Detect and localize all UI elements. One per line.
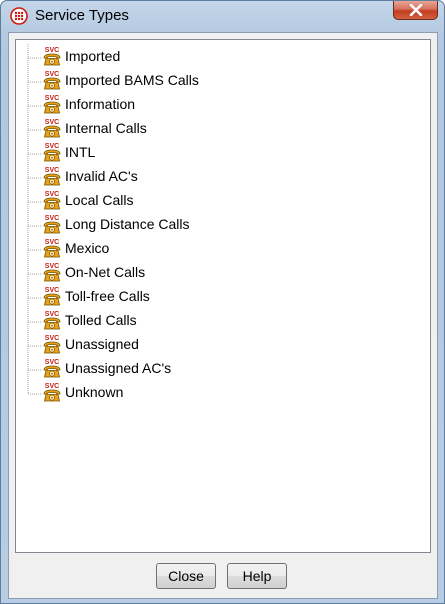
close-button[interactable]: Close bbox=[156, 563, 216, 589]
svg-text:SVC: SVC bbox=[45, 167, 59, 174]
svg-text:SVC: SVC bbox=[45, 47, 59, 54]
dialog-client-area: SVC Imported SVC Imported BAMS Calls SVC Info… bbox=[8, 32, 438, 599]
svc-phone-icon: SVC bbox=[43, 335, 61, 354]
close-icon bbox=[409, 4, 423, 16]
svg-text:SVC: SVC bbox=[45, 95, 59, 102]
tree-item-label: Information bbox=[65, 96, 136, 112]
svg-text:SVC: SVC bbox=[45, 239, 59, 246]
svg-text:SVC: SVC bbox=[45, 119, 59, 126]
tree-item[interactable]: SVC Tolled Calls bbox=[42, 308, 137, 332]
svg-text:SVC: SVC bbox=[45, 263, 59, 270]
svc-phone-icon: SVC bbox=[43, 143, 61, 162]
svc-phone-icon: SVC bbox=[43, 359, 61, 378]
svg-text:SVC: SVC bbox=[45, 143, 59, 150]
tree-item-label: Internal Calls bbox=[65, 120, 147, 136]
service-types-window: Service Types SVC Imported SVC Imported BAM… bbox=[0, 0, 445, 604]
svc-phone-icon: SVC bbox=[43, 167, 61, 186]
tree-item[interactable]: SVC Mexico bbox=[42, 236, 109, 260]
svg-text:SVC: SVC bbox=[45, 191, 59, 198]
tree-item-label: Tolled Calls bbox=[65, 312, 137, 328]
svg-text:SVC: SVC bbox=[45, 215, 59, 222]
tree-item-label: Mexico bbox=[65, 240, 110, 256]
tree-item[interactable]: SVC Unknown bbox=[42, 380, 123, 404]
tree-item[interactable]: SVC Invalid AC's bbox=[42, 164, 138, 188]
service-types-tree[interactable]: SVC Imported SVC Imported BAMS Calls SVC Info… bbox=[15, 39, 431, 553]
tree-item[interactable]: SVC Toll-free Calls bbox=[42, 284, 150, 308]
tree-item-label: Long Distance Calls bbox=[65, 216, 190, 232]
tree-item-label: Unassigned bbox=[65, 336, 139, 352]
svc-phone-icon: SVC bbox=[43, 71, 61, 90]
svg-text:SVC: SVC bbox=[45, 71, 59, 78]
svc-phone-icon: SVC bbox=[43, 311, 61, 330]
title-bar[interactable]: Service Types bbox=[1, 1, 444, 31]
help-button[interactable]: Help bbox=[227, 563, 287, 589]
tree-item-label: INTL bbox=[65, 144, 96, 160]
svg-text:SVC: SVC bbox=[45, 335, 59, 342]
window-title: Service Types bbox=[35, 7, 129, 24]
tree-item-label: Invalid AC's bbox=[65, 168, 138, 184]
svc-phone-icon: SVC bbox=[43, 191, 61, 210]
svc-phone-icon: SVC bbox=[43, 215, 61, 234]
tree-item[interactable]: SVC Imported BAMS Calls bbox=[42, 68, 199, 92]
button-bar: Close Help bbox=[15, 559, 431, 593]
svg-text:SVC: SVC bbox=[45, 311, 59, 318]
tree-item[interactable]: SVC On-Net Calls bbox=[42, 260, 145, 284]
tree-item[interactable]: SVC Long Distance Calls bbox=[42, 212, 190, 236]
svc-phone-icon: SVC bbox=[43, 287, 61, 306]
window-close-button[interactable] bbox=[393, 1, 438, 20]
tree-item-label: Unknown bbox=[65, 384, 124, 400]
tree-item[interactable]: SVC Unassigned bbox=[42, 332, 139, 356]
tree-item[interactable]: SVC Local Calls bbox=[42, 188, 133, 212]
tree-item-label: Imported bbox=[65, 48, 121, 64]
app-phone-icon bbox=[10, 7, 28, 25]
svc-phone-icon: SVC bbox=[43, 47, 61, 66]
tree-item[interactable]: SVC Unassigned AC's bbox=[42, 356, 171, 380]
svc-phone-icon: SVC bbox=[43, 119, 61, 138]
tree-item-label: Unassigned AC's bbox=[65, 360, 172, 376]
tree-item[interactable]: SVC Imported bbox=[42, 44, 120, 68]
svc-phone-icon: SVC bbox=[43, 239, 61, 258]
svg-text:SVC: SVC bbox=[45, 383, 59, 390]
tree-item-label: Imported BAMS Calls bbox=[65, 72, 199, 88]
tree-item[interactable]: SVC INTL bbox=[42, 140, 95, 164]
tree-item-label: Toll-free Calls bbox=[65, 288, 150, 304]
svc-phone-icon: SVC bbox=[43, 95, 61, 114]
svc-phone-icon: SVC bbox=[43, 263, 61, 282]
tree-item-label: On-Net Calls bbox=[65, 264, 146, 280]
tree-item[interactable]: SVC Information bbox=[42, 92, 135, 116]
tree-item[interactable]: SVC Internal Calls bbox=[42, 116, 147, 140]
tree-item-label: Local Calls bbox=[65, 192, 134, 208]
svg-text:SVC: SVC bbox=[45, 359, 59, 366]
svc-phone-icon: SVC bbox=[43, 383, 61, 402]
svg-text:SVC: SVC bbox=[45, 287, 59, 294]
